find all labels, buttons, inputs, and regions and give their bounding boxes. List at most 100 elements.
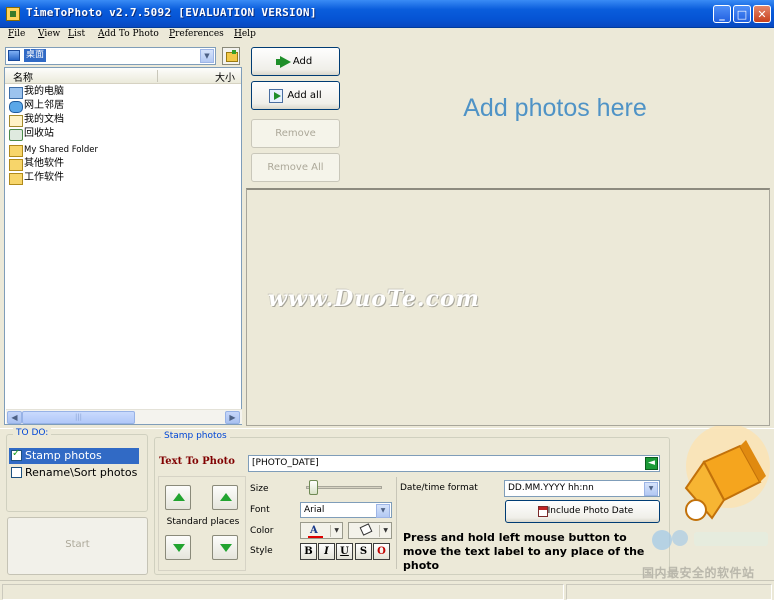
add-button[interactable]: Add (251, 47, 340, 76)
list-item-label: 工作软件 (24, 172, 64, 183)
move-up-right-button[interactable] (212, 485, 238, 510)
corner-logo (684, 426, 770, 521)
date-format-label: Date/time format (400, 483, 478, 493)
date-format-value: DD.MM.YYYY hh:nn (508, 483, 594, 493)
column-size-header[interactable]: 大小 (215, 69, 235, 84)
list-item-label: 回收站 (24, 128, 54, 139)
chevron-down-icon[interactable]: ▼ (200, 49, 214, 63)
scroll-left-icon[interactable]: ◀ (7, 411, 22, 424)
todo-title: TO DO: (13, 428, 52, 438)
move-up-left-button[interactable] (165, 485, 191, 510)
stamp-photos-title: Stamp photos (161, 431, 230, 441)
close-icon: ✕ (757, 8, 767, 21)
divider (396, 477, 397, 569)
background-color-button[interactable]: ▼ (348, 522, 392, 539)
site-badge (652, 530, 768, 550)
file-browser[interactable]: 名称 大小 我的电脑 网上邻居 我的文档 回收站 My Shared Folde… (4, 67, 242, 425)
menu-view[interactable]: View (38, 29, 60, 39)
italic-button[interactable]: I (318, 543, 335, 560)
scrollbar-thumb[interactable]: ||| (22, 411, 135, 424)
remove-all-button[interactable]: Remove All (251, 153, 340, 182)
status-cell (2, 584, 564, 600)
drag-hint-text: Press and hold left mouse button to move… (403, 531, 645, 572)
insert-field-icon[interactable]: ◄ (645, 457, 658, 470)
arrow-down-icon (173, 544, 185, 552)
font-label: Font (250, 505, 270, 515)
todo-item-rename-sort[interactable]: Rename\Sort photos (9, 465, 139, 481)
font-select-value: Arial (304, 505, 325, 515)
style-label: Style (250, 546, 273, 556)
folder-combo-value: 桌面 (24, 49, 47, 62)
menu-list[interactable]: List (68, 29, 85, 39)
new-folder-button[interactable] (222, 47, 240, 65)
font-select[interactable]: Arial ▼ (300, 502, 392, 518)
list-item-label: 我的文档 (24, 114, 64, 125)
remove-button[interactable]: Remove (251, 119, 340, 148)
size-slider[interactable] (309, 480, 318, 495)
start-button-label: Start (65, 539, 90, 550)
chevron-down-icon[interactable]: ▼ (644, 482, 658, 496)
text-to-photo-value: [PHOTO_DATE] (252, 458, 319, 468)
add-all-button[interactable]: Add all (251, 81, 340, 110)
arrow-up-icon (220, 493, 232, 501)
text-color-button[interactable]: A ▼ (300, 522, 343, 539)
remove-button-label: Remove (275, 128, 316, 139)
watermark-text: www.DuoTe.com (268, 286, 480, 312)
todo-item-stamp-photos[interactable]: Stamp photos (9, 448, 139, 464)
text-color-icon: A (308, 525, 323, 538)
column-separator[interactable] (157, 70, 158, 82)
list-item-label: My Shared Folder (24, 145, 98, 155)
network-icon (9, 101, 23, 113)
minimize-button[interactable]: _ (713, 5, 731, 23)
rename-sort-checkbox[interactable] (11, 467, 22, 478)
arrow-up-icon (173, 493, 185, 501)
color-label: Color (250, 526, 274, 536)
stamp-photos-checkbox[interactable] (11, 448, 22, 461)
menu-help[interactable]: Help (234, 29, 256, 39)
computer-icon (9, 87, 23, 99)
add-button-label: Add (292, 56, 313, 67)
list-item-label: 我的电脑 (24, 86, 64, 97)
text-to-photo-label: Text To Photo (159, 456, 235, 467)
menu-file[interactable]: File (8, 29, 25, 39)
chevron-down-icon: ▼ (334, 527, 339, 534)
maximize-button[interactable]: □ (733, 5, 751, 23)
title-bar: TimeToPhoto v2.7.5092 [EVALUATION VERSIO… (0, 0, 774, 28)
minimize-icon: _ (719, 8, 725, 21)
move-down-left-button[interactable] (165, 535, 191, 560)
paint-bucket-icon (359, 523, 373, 536)
close-button[interactable]: ✕ (753, 5, 771, 23)
horizontal-scrollbar[interactable]: ◀ ||| ▶ (6, 409, 242, 424)
column-name-header[interactable]: 名称 (13, 69, 33, 84)
folder-icon (9, 159, 23, 171)
folder-combo[interactable]: 桌面 ▼ (5, 47, 216, 65)
bold-button[interactable]: B (300, 543, 317, 560)
folder-icon (9, 145, 23, 157)
documents-icon (9, 115, 23, 127)
remove-all-button-label: Remove All (267, 162, 324, 173)
status-cell (566, 584, 772, 600)
add-all-button-label: Add all (287, 90, 322, 101)
list-item-label: 网上邻居 (24, 100, 64, 111)
menu-bar: File View List Add To Photo Preferences … (0, 28, 774, 43)
arrow-down-icon (220, 544, 232, 552)
shadow-button[interactable]: S (355, 543, 372, 560)
add-photos-hint: Add photos here (463, 94, 647, 122)
text-to-photo-input[interactable]: [PHOTO_DATE] ◄ (248, 455, 660, 472)
todo-item-label: Rename\Sort photos (25, 466, 138, 479)
underline-button[interactable]: U (336, 543, 353, 560)
date-format-select[interactable]: DD.MM.YYYY hh:nn ▼ (504, 480, 660, 497)
recycle-bin-icon (9, 129, 23, 141)
scroll-right-icon[interactable]: ▶ (225, 411, 240, 424)
move-down-right-button[interactable] (212, 535, 238, 560)
include-photo-date-button[interactable]: Include Photo Date (505, 500, 660, 523)
size-label: Size (250, 484, 269, 494)
menu-add-to-photo[interactable]: Add To Photo (98, 29, 159, 39)
site-watermark-text: 国内最安全的软件站 (642, 566, 755, 580)
outline-button[interactable]: O (373, 543, 390, 560)
start-button[interactable]: Start (7, 517, 148, 575)
menu-preferences[interactable]: Preferences (169, 29, 224, 39)
status-bar (0, 580, 774, 600)
chevron-down-icon[interactable]: ▼ (376, 504, 390, 518)
folder-icon (9, 173, 23, 185)
